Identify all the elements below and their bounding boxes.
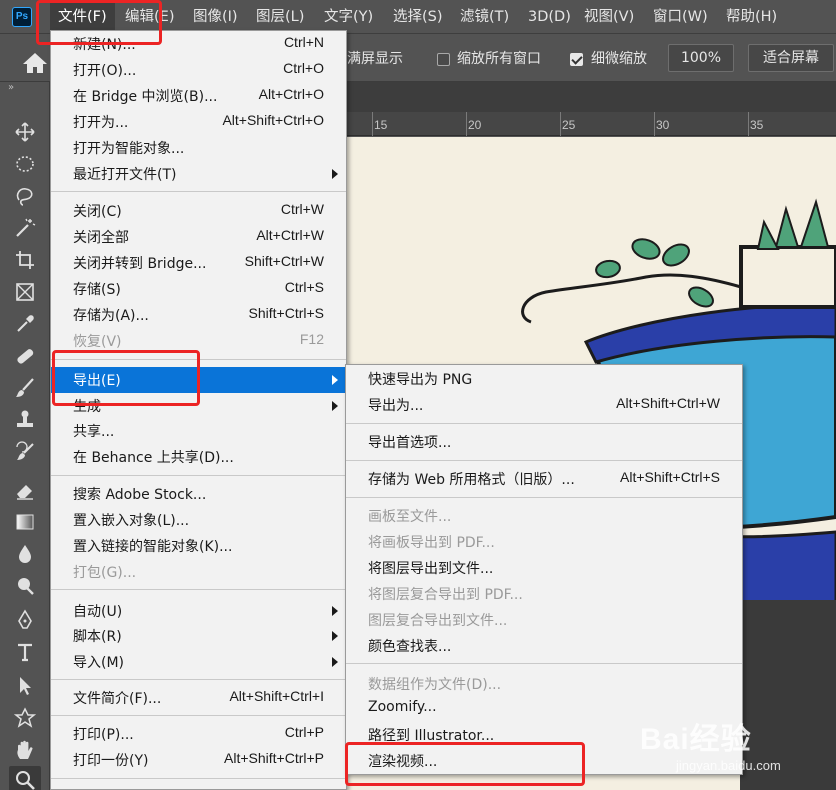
annotation-export-item (52, 350, 200, 406)
ruler-tick: 20 (468, 118, 482, 132)
blur-tool-icon[interactable] (9, 540, 41, 568)
zoom-all-label: 缩放所有窗口 (457, 51, 541, 67)
submenu-arrow-icon (332, 631, 338, 641)
export-quick-png-item[interactable]: 快速导出为 PNG (346, 366, 742, 392)
export-preferences-item[interactable]: 导出首选项... (346, 429, 742, 455)
path-selection-tool-icon[interactable] (9, 672, 41, 700)
file-share-item[interactable]: 共享... (51, 418, 346, 444)
annotation-render-video (345, 742, 585, 786)
ruler-tick: 15 (374, 118, 388, 132)
file-search-stock-item[interactable]: 搜索 Adobe Stock... (51, 481, 346, 507)
submenu-arrow-icon (332, 401, 338, 411)
file-close-item[interactable]: 关闭(C) Ctrl+W (51, 198, 346, 224)
file-place-embedded-item[interactable]: 置入嵌入对象(L)... (51, 507, 346, 533)
menu-layer[interactable]: 图层(L) (248, 0, 312, 34)
watermark-brand: Bai经验 (640, 723, 752, 756)
fullscreen-label: 满屏显示 (347, 51, 403, 67)
history-brush-tool-icon[interactable] (9, 438, 41, 466)
submenu-arrow-icon (332, 375, 338, 385)
export-artboards-to-pdf-item: 将画板导出到 PDF... (368, 535, 495, 551)
zoom-100-button[interactable]: 100% (668, 44, 734, 72)
baidu-watermark: Bai经验 jingyan.baidu.com (636, 700, 836, 790)
watermark-url: jingyan.baidu.com (676, 758, 781, 773)
horizontal-ruler: 15 20 25 30 35 (346, 112, 836, 136)
collapse-arrows-icon[interactable]: » (8, 82, 14, 93)
ruler-tick: 35 (750, 118, 764, 132)
type-tool-icon[interactable] (9, 638, 41, 666)
ruler-tick: 25 (562, 118, 576, 132)
zoom-all-checkbox[interactable] (437, 53, 450, 66)
magic-wand-tool-icon[interactable] (9, 214, 41, 242)
file-print-item[interactable]: 打印(P)... Ctrl+P (51, 721, 346, 747)
export-data-sets-item: 数据组作为文件(D)... (368, 677, 502, 693)
file-automate-item[interactable]: 自动(U) (51, 598, 346, 624)
pen-tool-icon[interactable] (9, 606, 41, 634)
fit-screen-button[interactable]: 适合屏幕 (748, 44, 834, 72)
clone-stamp-tool-icon[interactable] (9, 406, 41, 434)
menu-3d[interactable]: 3D(D) (520, 0, 579, 34)
photoshop-logo-icon: Ps (12, 7, 32, 27)
submenu-arrow-icon (332, 606, 338, 616)
crop-tool-icon[interactable] (9, 246, 41, 274)
file-open-item[interactable]: 打开(O)... Ctrl+O (51, 57, 346, 83)
file-recent-item[interactable]: 最近打开文件(T) (51, 161, 346, 187)
file-open-as-item[interactable]: 打开为... Alt+Shift+Ctrl+O (51, 109, 346, 135)
export-color-lookup-item[interactable]: 颜色查找表... (346, 633, 742, 659)
tools-panel: » (0, 82, 50, 790)
home-icon[interactable] (22, 52, 48, 74)
brush-tool-icon[interactable] (9, 374, 41, 402)
menu-filter[interactable]: 滤镜(T) (452, 0, 517, 34)
file-menu: 新建(N)... Ctrl+N 打开(O)... Ctrl+O 在 Bridge 中… (50, 30, 347, 790)
menu-help[interactable]: 帮助(H) (718, 0, 785, 34)
file-info-item[interactable]: 文件简介(F)... Alt+Shift+Ctrl+I (51, 685, 346, 711)
file-scripts-item[interactable]: 脚本(R) (51, 623, 346, 649)
zoom-tool-icon[interactable] (9, 766, 41, 790)
marquee-tool-icon[interactable] (9, 150, 41, 178)
dodge-tool-icon[interactable] (9, 572, 41, 600)
scrubby-zoom-label: 细微缩放 (591, 51, 647, 67)
menu-image[interactable]: 图像(I) (185, 0, 246, 34)
export-save-for-web-item[interactable]: 存储为 Web 所用格式（旧版）... Alt+Shift+Ctrl+S (346, 466, 742, 492)
eyedropper-tool-icon[interactable] (9, 310, 41, 338)
menu-type[interactable]: 文字(Y) (316, 0, 381, 34)
file-open-smart-object-item[interactable]: 打开为智能对象... (51, 135, 346, 161)
submenu-arrow-icon (332, 169, 338, 179)
eraser-tool-icon[interactable] (9, 476, 41, 504)
export-layers-to-files-item[interactable]: 将图层导出到文件... (346, 555, 742, 581)
lasso-tool-icon[interactable] (9, 182, 41, 210)
document-tab-bar (346, 82, 836, 112)
gradient-tool-icon[interactable] (9, 508, 41, 536)
menu-select[interactable]: 选择(S) (385, 0, 451, 34)
annotation-file-menu (36, 0, 162, 45)
healing-brush-tool-icon[interactable] (9, 342, 41, 370)
scrubby-zoom-checkbox[interactable] (570, 53, 583, 66)
export-artboards-to-files-item: 画板至文件... (368, 509, 452, 525)
export-layer-comps-to-pdf-item: 将图层复合导出到 PDF... (368, 587, 523, 603)
file-package-item: 打包(G)... (73, 565, 137, 581)
export-layer-comps-to-files-item: 图层复合导出到文件... (368, 613, 508, 629)
export-as-item[interactable]: 导出为... Alt+Shift+Ctrl+W (346, 392, 742, 418)
file-close-all-item[interactable]: 关闭全部 Alt+Ctrl+W (51, 224, 346, 250)
menu-window[interactable]: 窗口(W) (645, 0, 716, 34)
submenu-arrow-icon (332, 657, 338, 667)
ruler-tick: 30 (656, 118, 670, 132)
custom-shape-tool-icon[interactable] (9, 704, 41, 732)
file-print-one-item[interactable]: 打印一份(Y) Alt+Shift+Ctrl+P (51, 747, 346, 773)
hand-tool-icon[interactable] (9, 736, 41, 764)
frame-tool-icon[interactable] (9, 278, 41, 306)
file-browse-bridge-item[interactable]: 在 Bridge 中浏览(B)... Alt+Ctrl+O (51, 83, 346, 109)
file-save-as-item[interactable]: 存储为(A)... Shift+Ctrl+S (51, 302, 346, 328)
file-save-item[interactable]: 存储(S) Ctrl+S (51, 276, 346, 302)
file-share-behance-item[interactable]: 在 Behance 上共享(D)... (51, 444, 346, 470)
file-place-linked-item[interactable]: 置入链接的智能对象(K)... (51, 533, 346, 559)
file-close-go-bridge-item[interactable]: 关闭并转到 Bridge... Shift+Ctrl+W (51, 250, 346, 276)
move-tool-icon[interactable] (9, 118, 41, 146)
menu-view[interactable]: 视图(V) (576, 0, 642, 34)
file-import-item[interactable]: 导入(M) (51, 649, 346, 675)
